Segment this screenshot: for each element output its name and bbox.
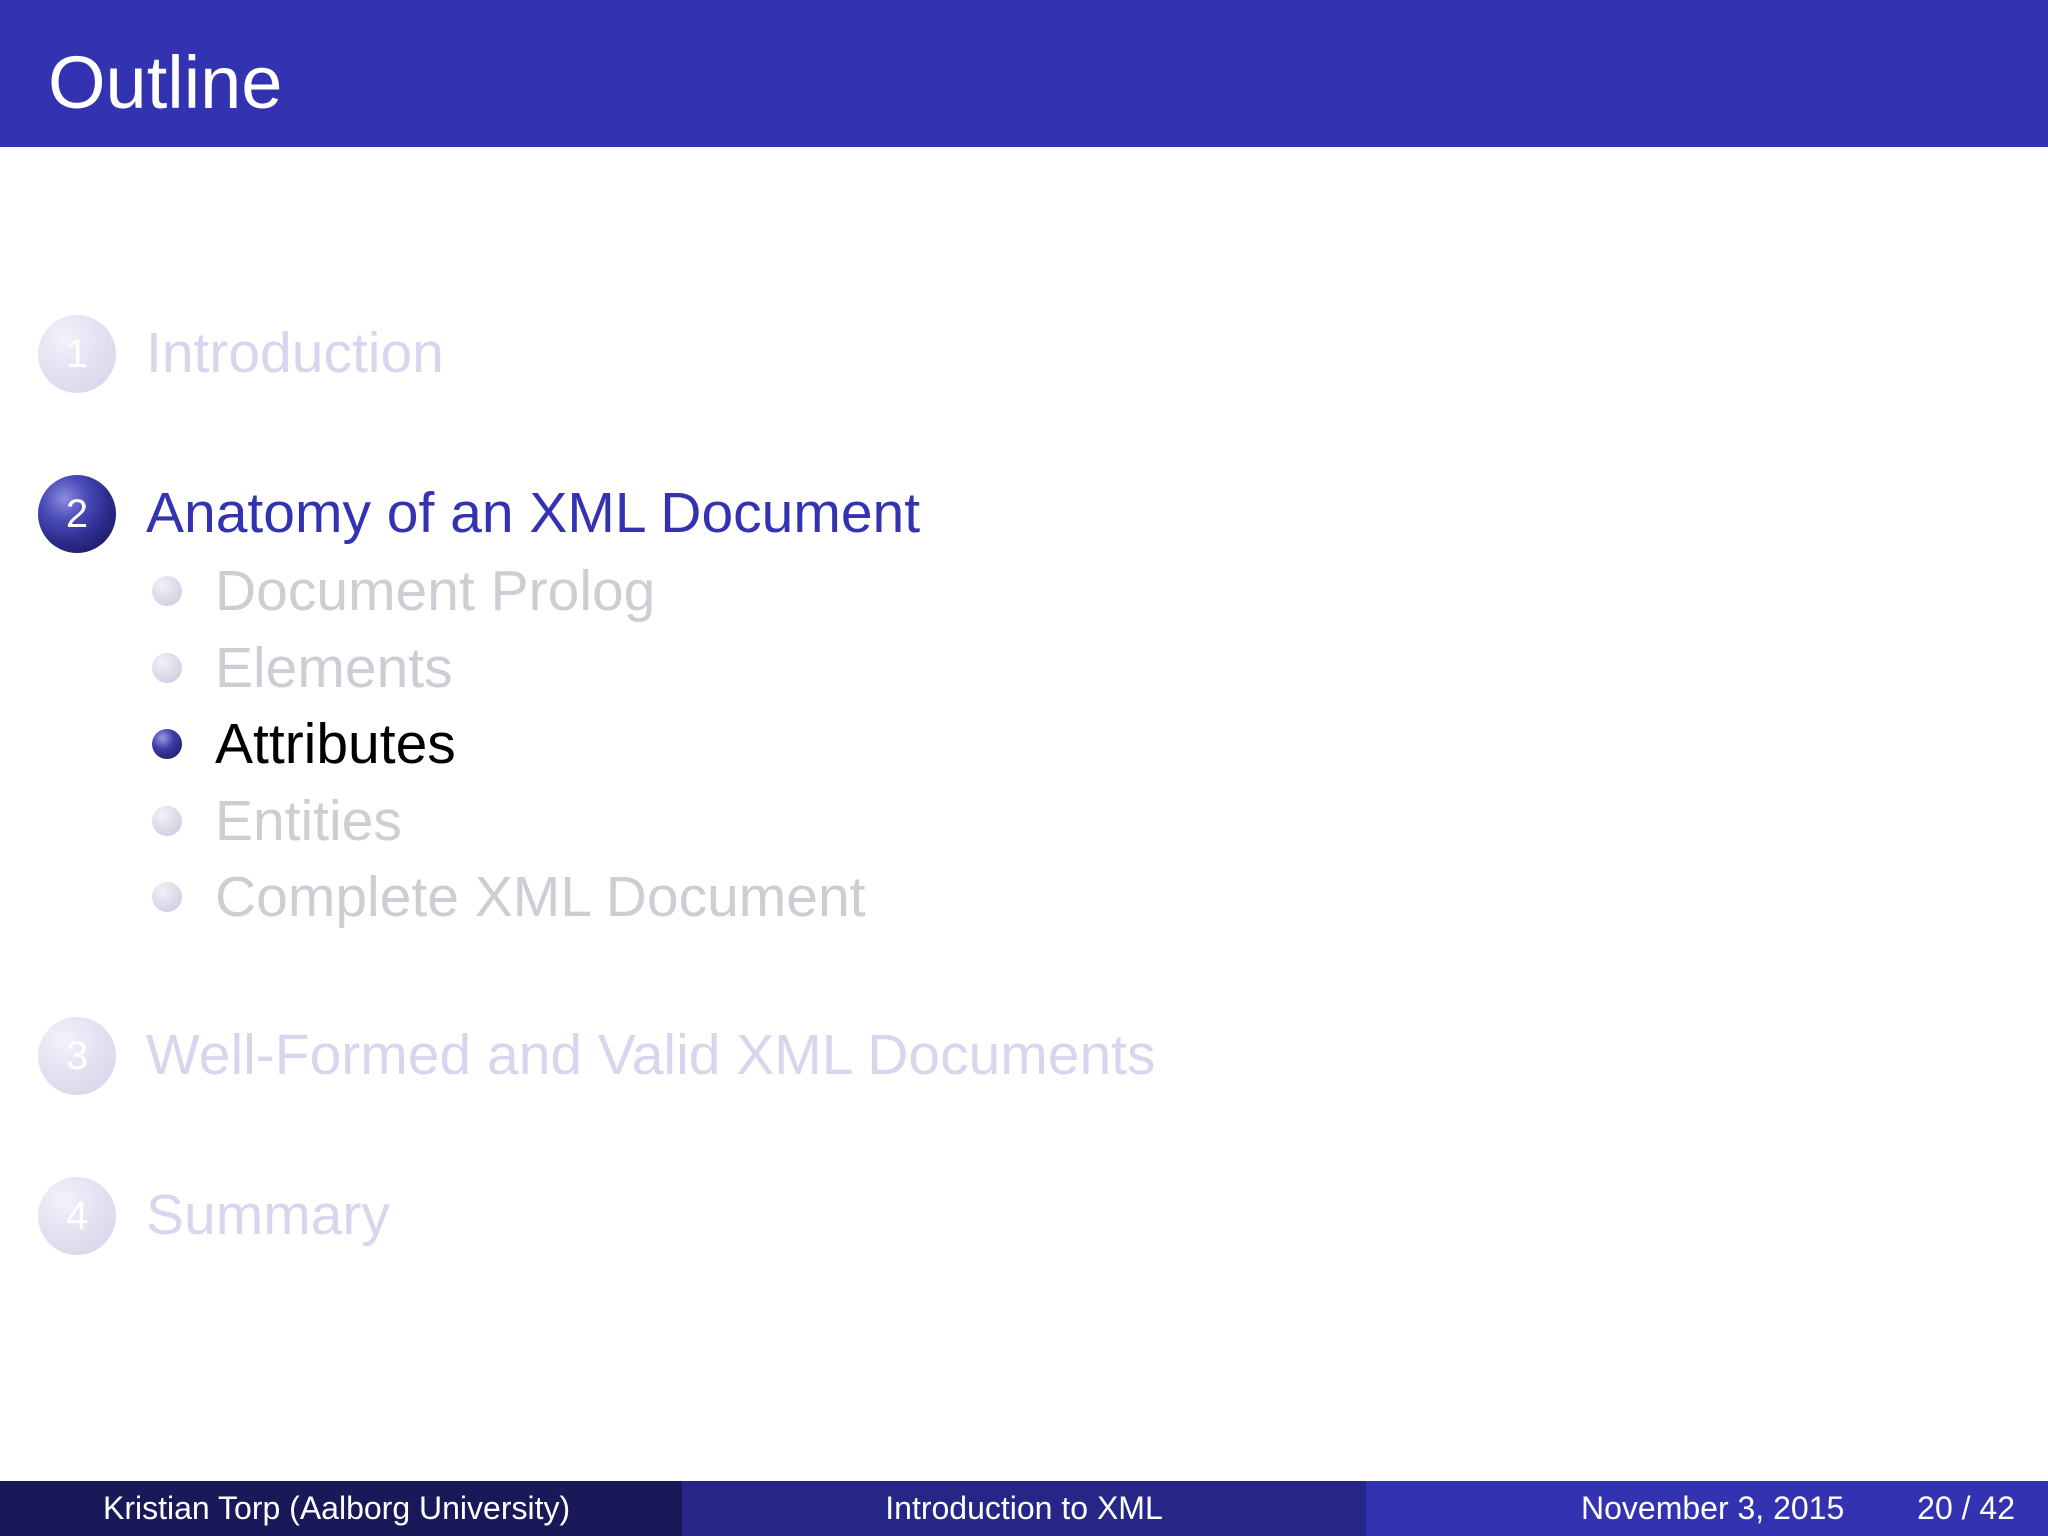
footer-date-segment: November 3, 2015 20 / 42 [1366, 1481, 2048, 1536]
section-number-ball: 2 [38, 475, 116, 553]
slide-footer: Kristian Torp (Aalborg University) Intro… [0, 1481, 2048, 1536]
bullet-icon [152, 653, 182, 683]
footer-page-number: 20 / 42 [1917, 1490, 2015, 1526]
section-label: Introduction [146, 321, 444, 385]
subsection-label: Attributes [215, 712, 456, 776]
outline-subsection-entities[interactable]: Entities [152, 789, 1352, 853]
section-number-ball: 1 [38, 315, 116, 393]
bullet-icon [152, 806, 182, 836]
slide-header: Outline [0, 0, 2048, 147]
outline-section-anatomy[interactable]: 2 Anatomy of an XML Document [38, 475, 1438, 553]
footer-title-segment: Introduction to XML [682, 1481, 1366, 1536]
section-number-ball: 4 [38, 1177, 116, 1255]
outline-section-introduction[interactable]: 1 Introduction [38, 315, 1438, 393]
outline-section-well-formed[interactable]: 3 Well-Formed and Valid XML Documents [38, 1017, 1438, 1095]
outline-section-summary[interactable]: 4 Summary [38, 1177, 1438, 1255]
outline-subsection-complete-xml-document[interactable]: Complete XML Document [152, 865, 1352, 929]
outline-subsection-attributes[interactable]: Attributes [152, 712, 1352, 776]
section-label: Well-Formed and Valid XML Documents [146, 1023, 1156, 1087]
section-label: Anatomy of an XML Document [146, 481, 921, 545]
footer-presentation-title: Introduction to XML [885, 1490, 1163, 1526]
subsection-label: Entities [215, 789, 402, 853]
subsection-label: Document Prolog [215, 559, 656, 623]
section-label: Summary [146, 1183, 390, 1247]
subsection-label: Elements [215, 636, 453, 700]
bullet-icon [152, 882, 182, 912]
bullet-icon [152, 576, 182, 606]
outline-subsection-elements[interactable]: Elements [152, 636, 1352, 700]
footer-author-segment: Kristian Torp (Aalborg University) [0, 1481, 682, 1536]
slide-title: Outline [48, 41, 283, 124]
footer-date: November 3, 2015 [1581, 1490, 1845, 1526]
bullet-icon [152, 729, 182, 759]
subsection-label: Complete XML Document [215, 865, 866, 929]
outline-subsection-document-prolog[interactable]: Document Prolog [152, 559, 1352, 623]
footer-author: Kristian Torp (Aalborg University) [103, 1490, 571, 1526]
section-number-ball: 3 [38, 1017, 116, 1095]
